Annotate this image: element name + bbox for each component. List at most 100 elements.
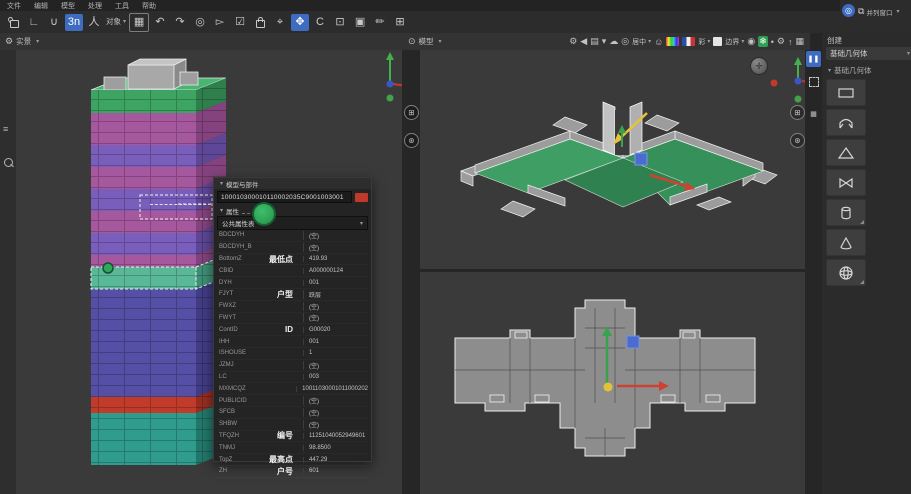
up-arrow-icon[interactable]: ↑ [788,37,793,47]
cloud-icon[interactable]: ☁ [609,36,618,47]
dashed-box-icon [809,77,819,87]
attribute-table-dropdown[interactable]: 公共属性表 ▾ [217,216,368,230]
angle-snap-icon[interactable]: ∟ [25,14,43,31]
record-icon[interactable]: ◎ [191,14,209,31]
pause-icon[interactable]: ❚❚ [806,51,821,67]
tri-icon [836,145,856,161]
marquee-select-icon[interactable] [806,74,821,90]
property-key: SFCB [219,409,235,415]
orbit-icon[interactable]: ⌖ [271,14,289,31]
sphere-shape-button[interactable] [826,259,866,286]
property-value: (空) [303,408,368,417]
selection-dot[interactable] [103,263,113,273]
property-key: TNMJ [219,445,235,451]
dot-icon[interactable]: • [771,37,774,47]
menu-item-5[interactable]: 帮助 [142,1,156,11]
property-key: ZH [219,468,227,474]
right-viewport-header: ⊙ 模型 ▾ ⚙◀▤▾☁◎居中▾☺彩▾边界▾◉❄•⚙↑▦ [403,33,810,50]
box-shape-button[interactable] [826,79,866,106]
undo-icon[interactable]: ↶ [151,14,169,31]
compass-icon[interactable]: ◎ [621,36,629,47]
caret-icon[interactable]: ▾ [602,36,607,47]
right-edge-toolbar: ❚❚ ▦ [805,50,822,494]
vertex-snap-icon[interactable]: 3n [65,14,83,31]
prism-shape-button[interactable] [826,169,866,196]
rotate-icon[interactable]: C [311,14,329,31]
mirror-icon[interactable]: ▣ [351,14,369,31]
center-dropdown[interactable]: 居中▾ [632,37,651,47]
face-icon[interactable]: ☺ [654,37,663,47]
globe-circle-icon[interactable]: ⊛ [790,133,805,148]
attributes-section-header[interactable]: ▾ 属性 [214,205,371,216]
select-icon[interactable]: ▻ [211,14,229,31]
cylinder-shape-button[interactable] [826,199,866,226]
group-icon[interactable]: ▦ [129,13,149,32]
geometry-section-header[interactable]: ▾ 基础几何体 [826,65,872,76]
edit-select-icon[interactable]: ☑ [231,14,249,31]
property-value: (空) [303,313,368,322]
split-window-button[interactable]: ⧉ 并列窗口 ▾ [858,6,899,17]
property-alias: 户型 [277,289,303,300]
property-value: 1 [303,350,368,356]
right-viewport-mode-dropdown[interactable]: 模型 [419,36,434,47]
menu-item-3[interactable]: 处理 [88,1,102,11]
property-value: 10011030001011000202 [296,386,368,392]
object-dropdown[interactable]: 对象▾ [105,14,127,31]
globe-circle-icon[interactable]: ⊛ [404,133,419,148]
menu-item-2[interactable]: 模型 [61,1,75,11]
section-arrow-icon: ▾ [828,67,831,74]
right-bottom-viewport[interactable] [420,272,805,494]
cone-shape-button[interactable] [826,229,866,256]
properties-panel-titlebar[interactable]: ▾ 模型与部件 [214,178,371,189]
display-icon[interactable]: ▤ [590,36,599,47]
selection-leader-line [150,204,216,205]
floorplan-3d [425,55,805,265]
checker-icon[interactable]: ▦ [806,106,821,122]
magnet-icon[interactable]: ∪ [45,14,63,31]
pyramid-shape-button[interactable] [826,139,866,166]
layout-icon[interactable]: ⊞ [391,14,409,31]
snowflake-icon[interactable]: ❄ [758,36,768,47]
attribute-table-label: 公共属性表 [222,218,255,228]
measure-icon[interactable]: ✏ [371,14,389,31]
scale-icon[interactable]: ⊡ [331,14,349,31]
search-icon[interactable] [4,158,13,167]
property-row: ContIDIDG00020 [217,324,368,336]
gear2-icon[interactable]: ⚙ [777,36,785,47]
grid-icon[interactable]: ▦ [795,36,804,47]
left-viewport-mode-dropdown[interactable]: 实景 [16,36,31,47]
layers-icon[interactable]: ◉ [747,36,755,47]
rect-icon [836,85,856,101]
menu-item-4[interactable]: 工具 [115,1,129,11]
grid-circle-icon[interactable]: ⊞ [404,105,419,120]
polygon-shape-button[interactable] [826,109,866,136]
menu-item-1[interactable]: 编辑 [34,1,48,11]
app-mode-button[interactable]: ◎ [842,4,855,17]
menu-item-0[interactable]: 文件 [7,1,21,11]
property-key: IHH [219,339,229,345]
redo-icon[interactable]: ↷ [171,14,189,31]
lock-icon[interactable] [251,14,269,31]
square-swatch[interactable] [713,37,722,46]
settings-icon[interactable]: ⚙ [569,36,577,47]
property-alias: 户号 [277,466,303,477]
pivot-icon[interactable]: 人 [85,14,103,31]
boundary-dropdown[interactable]: 边界▾ [725,37,744,47]
geometry-category-dropdown[interactable]: 基础几何体 ▾ [826,47,911,60]
menu-icon[interactable]: ≡ [3,124,8,134]
property-key: ContID [219,327,238,333]
lock-open-icon[interactable] [5,14,23,31]
cone-icon[interactable]: ◀ [580,36,587,47]
property-row: FWYT(空) [217,313,368,325]
object-id-field[interactable]: 100010300010110002035C9001003001 [217,191,352,203]
rainbow-swatch[interactable] [666,37,679,46]
sphere-icon [836,265,856,281]
grid-circle-icon[interactable]: ⊞ [790,105,805,120]
selection-handle-dot[interactable] [252,202,276,226]
property-row: TNMJ98.8500 [217,442,368,454]
close-button[interactable] [355,193,368,202]
right-top-viewport[interactable]: ✛ ⊞ ⊛ [420,50,805,272]
flag-swatch[interactable] [682,37,695,46]
color-dropdown[interactable]: 彩▾ [698,37,710,47]
move-icon[interactable]: ✥ [291,14,309,31]
